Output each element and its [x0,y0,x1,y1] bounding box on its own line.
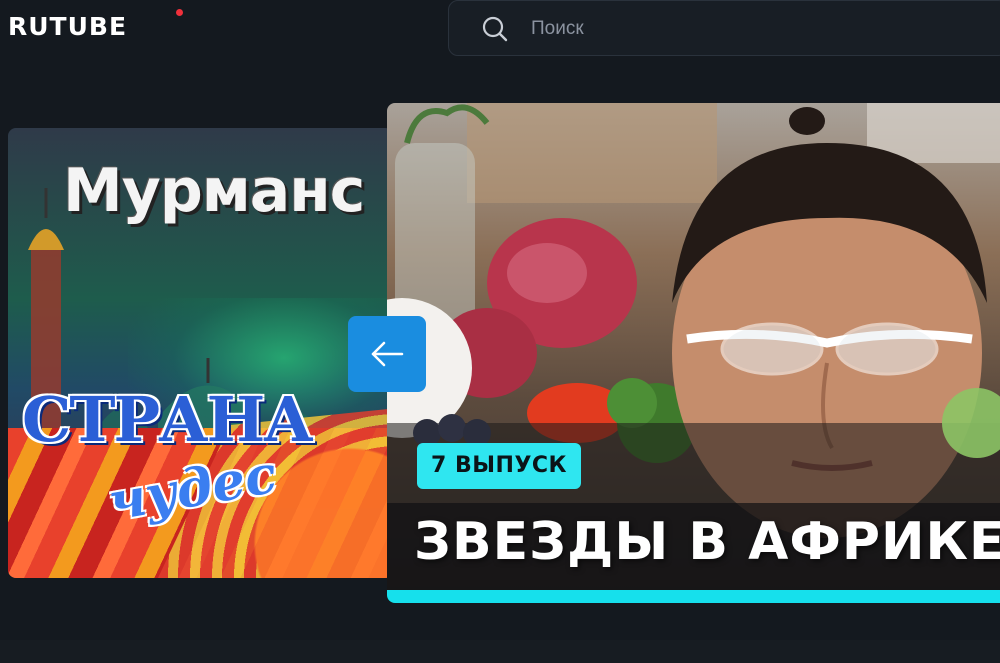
carousel-card-previous[interactable]: Мурманс СТРАНА чудес [8,128,393,578]
logo-dot [176,9,183,16]
arrow-left-icon [371,341,404,367]
accent-bar [387,590,1000,603]
thumbnail-city-text: Мурманс [63,156,365,226]
video-title: ЗВЕЗДЫ В АФРИКЕ [414,512,1000,572]
search-input[interactable] [531,16,831,42]
search-icon [482,16,508,42]
carousel-prev-button[interactable] [348,316,426,392]
bottom-strip [0,640,1000,663]
episode-badge: 7 ВЫПУСК [417,443,582,489]
top-header: RUTUBE [0,0,1000,62]
rutube-logo[interactable]: RUTUBE [8,12,127,41]
search-bar[interactable] [448,0,1000,56]
